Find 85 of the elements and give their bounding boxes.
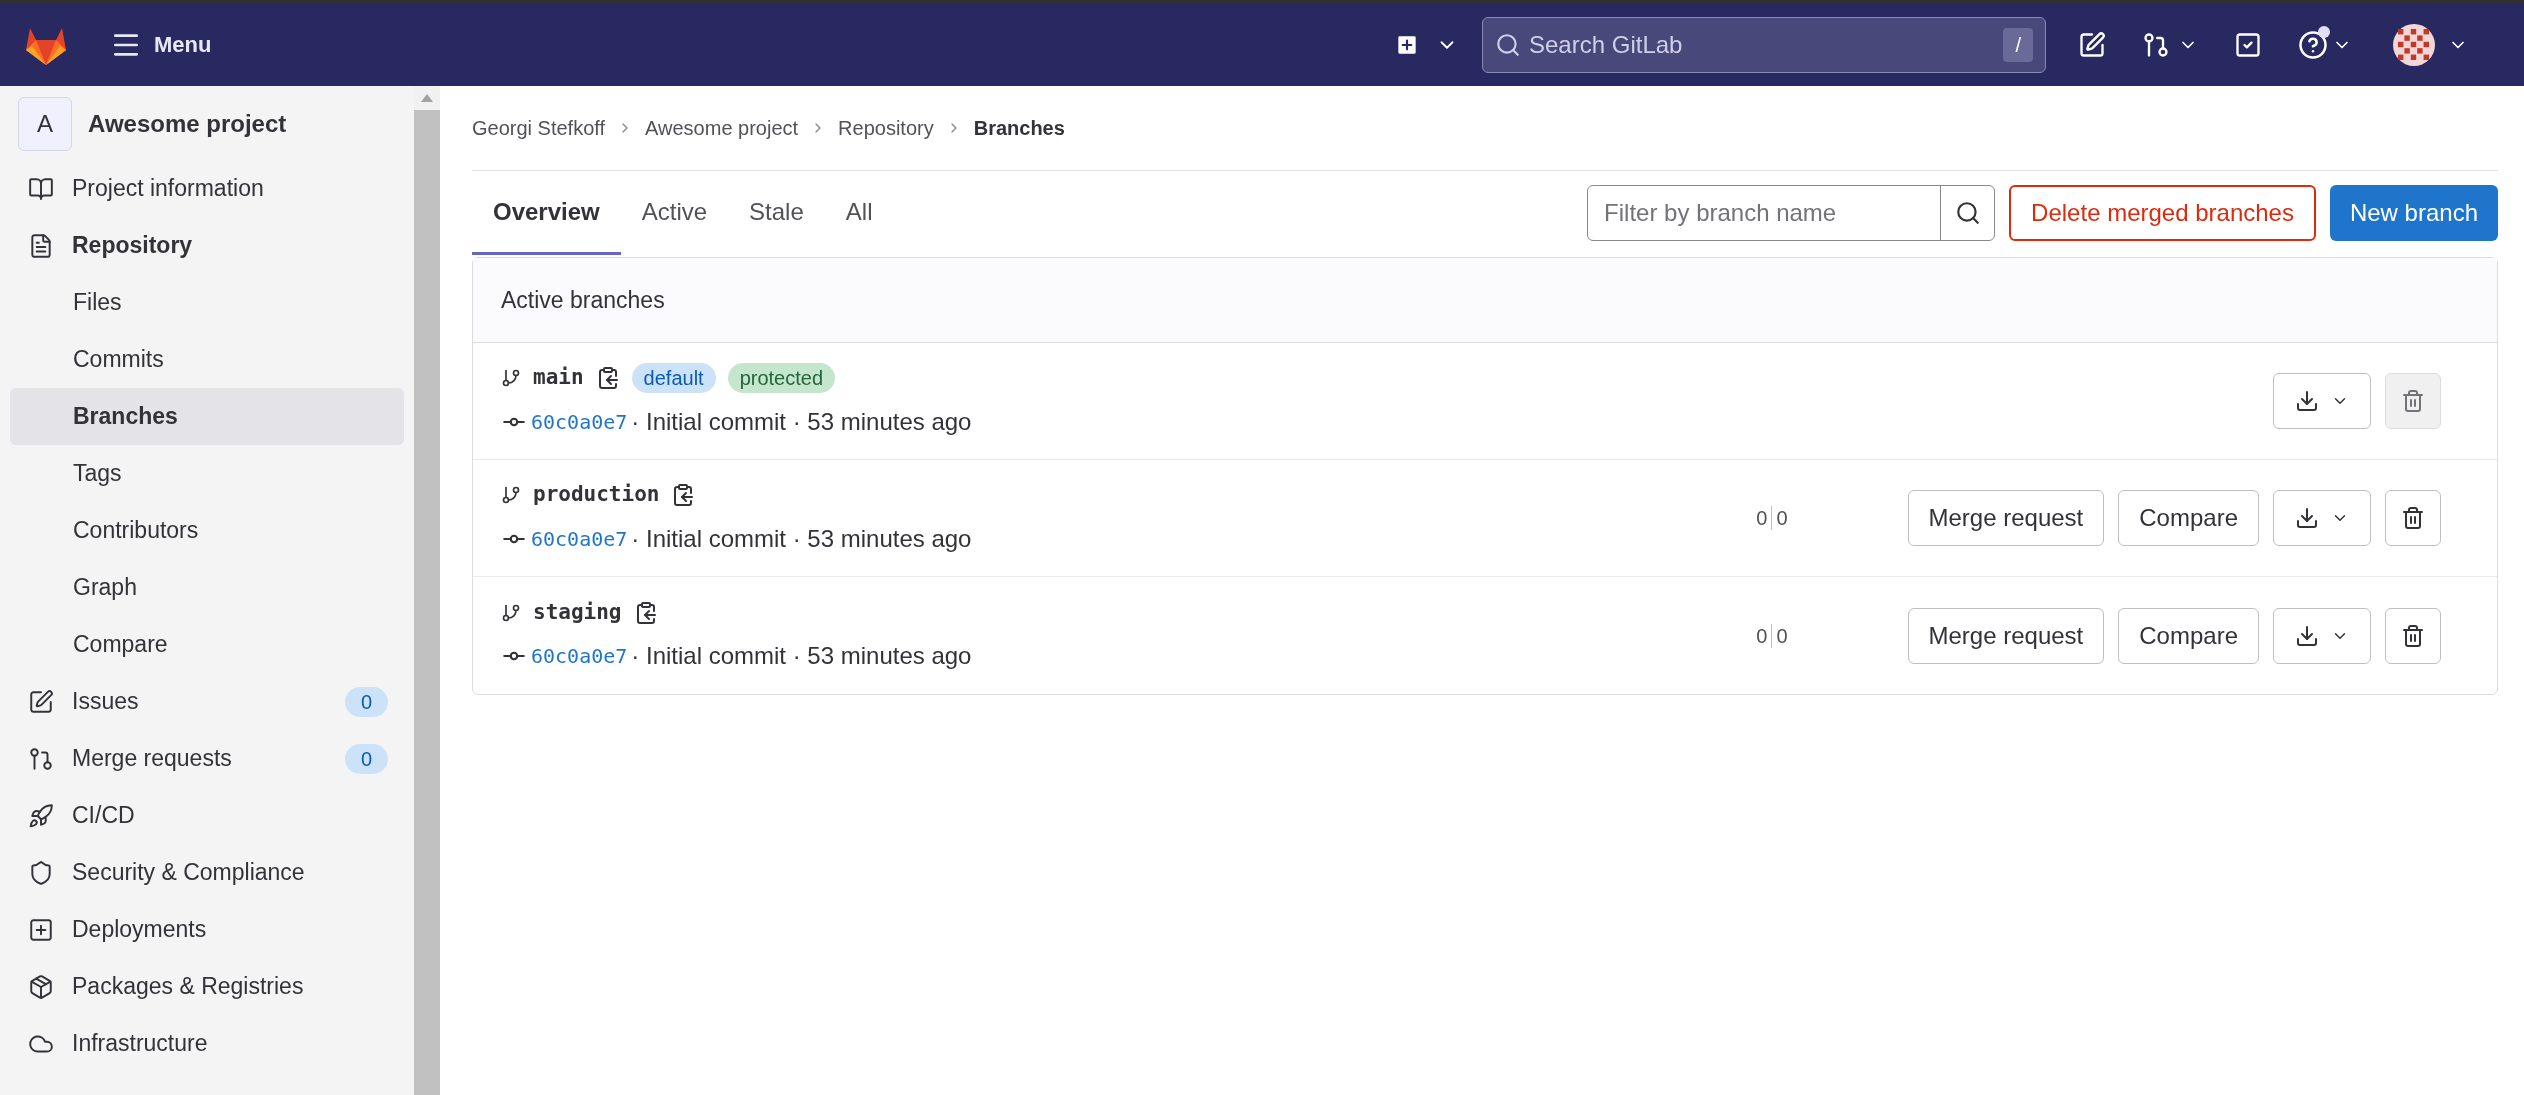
breadcrumb[interactable]: Repository <box>838 113 934 143</box>
compare-button[interactable]: Compare <box>2118 607 2259 664</box>
shortcut-key: / <box>2003 27 2033 62</box>
nav-icon <box>28 175 54 202</box>
nav-icon <box>28 973 54 1000</box>
nav-icon <box>28 688 54 715</box>
sidebar-item[interactable]: CI/CD <box>10 787 404 844</box>
commit-info: · Initial commit · 53 minutes ago <box>631 641 972 672</box>
sidebar-subitem[interactable]: Files <box>10 274 404 331</box>
nav-icon <box>28 232 54 259</box>
help-icon[interactable] <box>2298 29 2328 60</box>
branch-name[interactable]: production <box>533 479 660 511</box>
sidebar-item[interactable]: Deployments <box>10 901 404 958</box>
section-title: Active branches <box>501 285 665 315</box>
filter-field[interactable]: Filter by branch name <box>1587 185 1996 241</box>
search-icon <box>1954 200 1981 226</box>
branch-badge: default <box>631 363 716 393</box>
trash-icon[interactable] <box>2401 623 2425 648</box>
filter-input[interactable]: Filter by branch name <box>1588 186 1941 240</box>
sidebar-subitem[interactable]: Branches <box>10 388 404 445</box>
sidebar-subitem[interactable]: Commits <box>10 331 404 388</box>
download-dropdown[interactable] <box>2273 607 2371 664</box>
nav-icon <box>28 745 54 772</box>
compare-button[interactable]: Compare <box>2118 490 2259 546</box>
behind-count: 0 <box>1756 623 1768 649</box>
nav-icon <box>28 859 54 886</box>
download-icon[interactable] <box>2295 389 2319 413</box>
branch-name[interactable]: staging <box>533 596 622 629</box>
delete-button[interactable] <box>2385 607 2441 664</box>
merge-request-button[interactable]: Merge request <box>1907 607 2105 664</box>
sidebar-item[interactable]: Packages & Registries <box>10 958 404 1015</box>
delete-merged-button[interactable]: Delete merged branches <box>2009 185 2316 241</box>
project-name[interactable]: Awesome project <box>88 106 287 142</box>
count-badge: 0 <box>344 743 388 774</box>
tab[interactable]: Stale <box>728 171 825 255</box>
ahead-count: 0 <box>1776 623 1788 649</box>
new-branch-button[interactable]: New branch <box>2329 185 2498 241</box>
project-avatar: A <box>18 97 72 151</box>
merge-request-icon[interactable] <box>2142 30 2170 59</box>
tab[interactable]: Active <box>620 171 729 255</box>
search-input[interactable]: Search GitLab <box>1529 26 1996 63</box>
todo-icon[interactable] <box>2234 30 2262 59</box>
menu-button[interactable]: Menu <box>110 28 212 61</box>
sidebar-subitem[interactable]: Graph <box>10 559 404 616</box>
download-icon[interactable] <box>2295 506 2319 530</box>
branch-badge: protected <box>727 363 836 393</box>
sidebar-item[interactable]: Security & Compliance <box>10 844 404 901</box>
nav-icon <box>28 916 54 943</box>
breadcrumb[interactable]: Georgi Stefkoff <box>472 113 606 143</box>
commit-sha[interactable]: 60c0a0e7 <box>531 641 628 672</box>
branch-icon <box>501 368 521 388</box>
commit-sha[interactable]: 60c0a0e7 <box>531 406 628 437</box>
trash-icon[interactable] <box>2401 506 2425 530</box>
search-icon <box>1495 31 1521 58</box>
commit-info: · Initial commit · 53 minutes ago <box>631 406 972 437</box>
tab[interactable]: Overview <box>472 171 621 255</box>
sidebar-item[interactable]: Project information <box>10 160 404 217</box>
branch-icon <box>501 602 521 623</box>
branch-icon <box>501 485 521 505</box>
scrollbar[interactable] <box>414 86 440 1095</box>
download-icon[interactable] <box>2295 623 2319 648</box>
sidebar-item[interactable]: Infrastructure <box>10 1015 404 1072</box>
commit-sha[interactable]: 60c0a0e7 <box>531 523 628 554</box>
avatar-icon[interactable] <box>2392 22 2436 67</box>
delete-button[interactable] <box>2385 490 2441 546</box>
sidebar-subitem[interactable]: Tags <box>10 445 404 502</box>
branch-name[interactable]: main <box>533 362 584 394</box>
behind-count: 0 <box>1756 506 1768 531</box>
nav-icon <box>28 802 54 829</box>
sidebar-subitem[interactable]: Compare <box>10 616 404 673</box>
download-dropdown[interactable] <box>2273 373 2371 429</box>
tab[interactable]: All <box>824 171 894 255</box>
merge-request-button[interactable]: Merge request <box>1907 490 2105 546</box>
copy-icon[interactable] <box>671 483 696 507</box>
download-dropdown[interactable] <box>2273 490 2371 546</box>
sidebar-item[interactable]: Repository <box>10 217 404 274</box>
sidebar-item[interactable]: Merge requests 0 <box>10 730 404 787</box>
search-field[interactable]: Search GitLab / <box>1482 16 2046 73</box>
commit-info: · Initial commit · 53 minutes ago <box>631 523 972 554</box>
breadcrumb[interactable]: Awesome project <box>645 113 799 143</box>
breadcrumb[interactable]: Branches <box>973 113 1065 143</box>
sidebar-subitem[interactable]: Contributors <box>10 502 404 559</box>
count-badge: 0 <box>344 686 388 717</box>
ahead-count: 0 <box>1776 506 1788 531</box>
sidebar-item[interactable]: Issues 0 <box>10 673 404 730</box>
